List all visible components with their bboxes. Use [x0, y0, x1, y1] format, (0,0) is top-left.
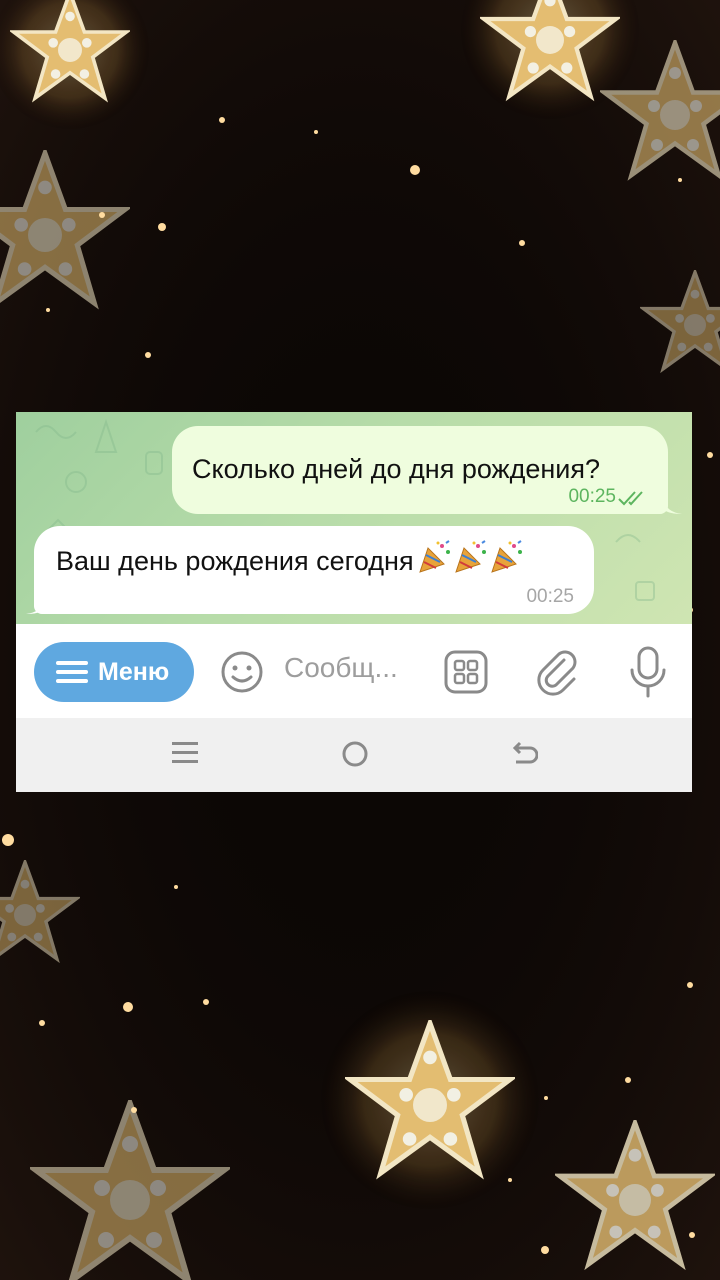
microphone-icon[interactable] [628, 646, 668, 698]
hamburger-icon [56, 661, 88, 683]
outgoing-bubble-tail [664, 500, 682, 514]
back-icon[interactable] [510, 740, 538, 768]
emoji-icon[interactable] [220, 650, 264, 694]
chat-screenshot: Сколько дней до дня рождения? 00:25 Ваш … [16, 412, 692, 792]
menu-button-label: Меню [98, 658, 170, 686]
outgoing-message-bubble[interactable]: Сколько дней до дня рождения? 00:25 [172, 426, 668, 514]
incoming-message-body: Ваш день рождения сегодня [56, 546, 414, 576]
recent-apps-icon[interactable] [172, 740, 198, 766]
incoming-bubble-tail [26, 600, 44, 614]
outgoing-message-text: Сколько дней до дня рождения? [192, 454, 601, 484]
bot-commands-icon[interactable] [444, 650, 488, 694]
message-input[interactable]: Сообщ... [284, 652, 398, 684]
message-input-bar: Меню Сообщ... [16, 624, 692, 718]
home-icon[interactable] [341, 740, 369, 768]
incoming-message-bubble[interactable]: Ваш день рождения сегодня 00:25 [34, 526, 594, 614]
attach-paperclip-icon[interactable] [534, 648, 582, 696]
outgoing-message-time: 00:25 [568, 486, 616, 507]
chat-area: Сколько дней до дня рождения? 00:25 Ваш … [16, 412, 692, 624]
incoming-message-text: Ваш день рождения сегодня [56, 540, 526, 581]
double-check-read-icon [618, 491, 643, 506]
incoming-message-time: 00:25 [526, 586, 574, 607]
menu-button[interactable]: Меню [34, 642, 194, 702]
party-popper-icon [418, 540, 526, 581]
system-navigation-bar [16, 718, 692, 792]
